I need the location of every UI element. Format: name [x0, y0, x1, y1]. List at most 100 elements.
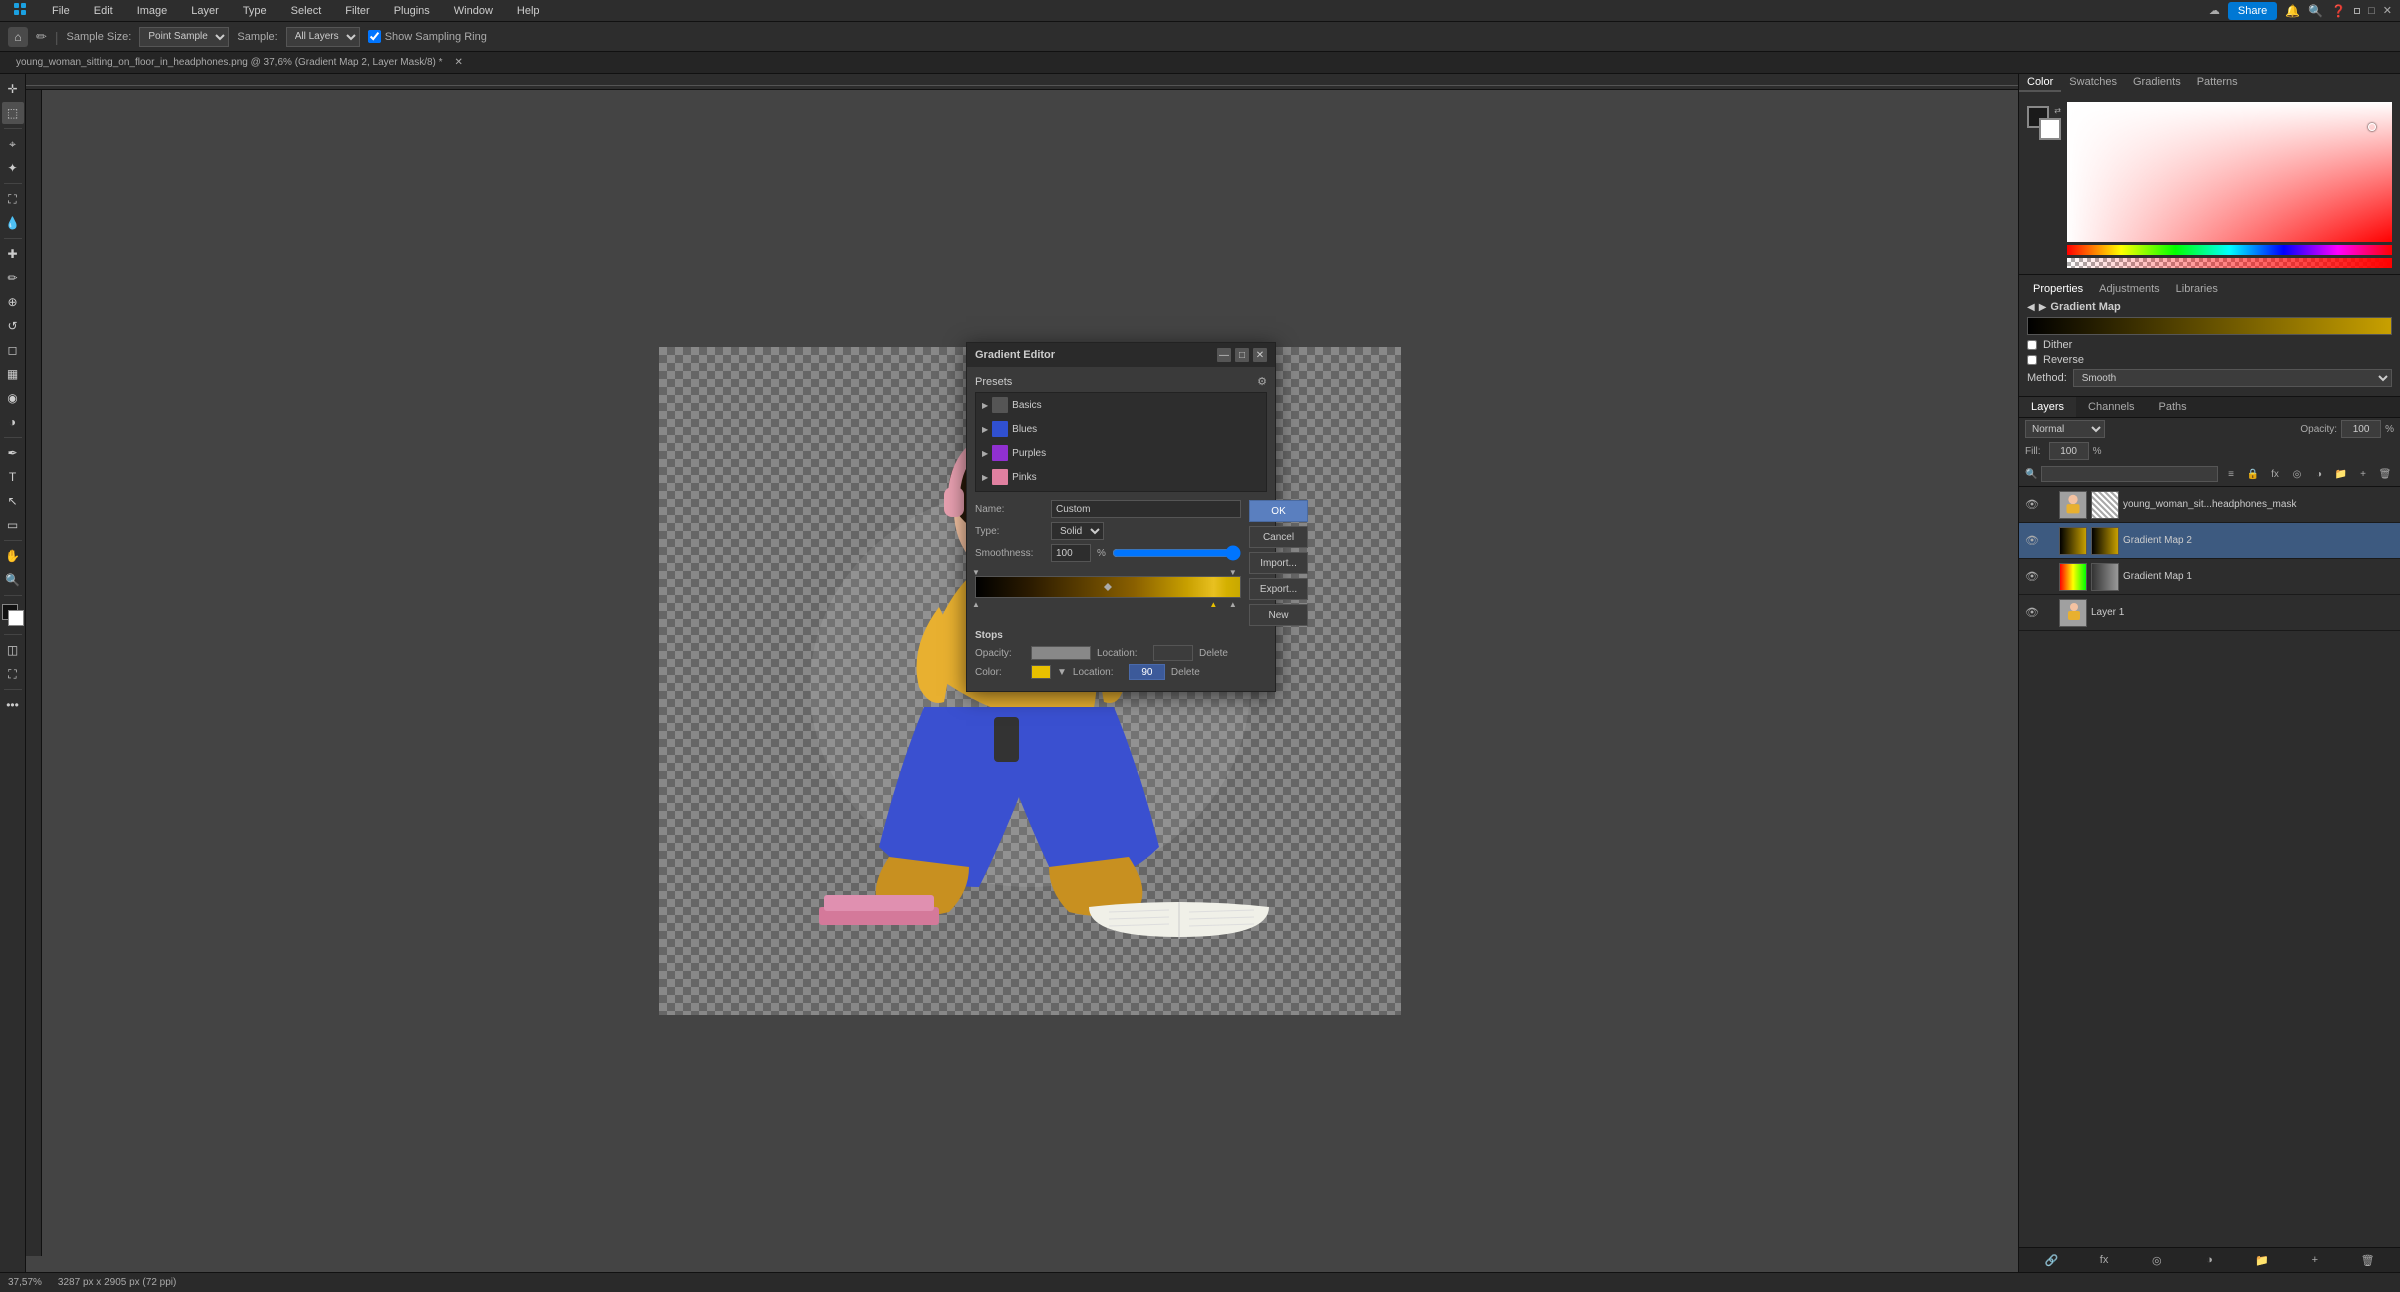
preset-group-pinks-header[interactable]: ▶ Pinks [982, 467, 1260, 487]
fill-input[interactable] [2049, 442, 2089, 460]
eraser-tool[interactable]: ◻ [2, 339, 24, 361]
tab-swatches[interactable]: Swatches [2061, 74, 2125, 92]
ge-cancel-button[interactable]: Cancel [1249, 526, 1308, 548]
more-tools[interactable]: ••• [2, 694, 24, 716]
ge-opacity-location-input[interactable] [1153, 645, 1193, 661]
layer-style-btn[interactable]: fx [2266, 465, 2284, 483]
new-layer-btn[interactable]: + [2354, 465, 2372, 483]
share-button[interactable]: Share [2228, 2, 2277, 20]
menu-filter[interactable]: Filter [341, 5, 373, 17]
add-mask-btn[interactable]: ◎ [2148, 1251, 2166, 1269]
sample-size-select[interactable]: Point Sample [139, 27, 229, 47]
preset-group-blues-header[interactable]: ▶ Blues [982, 419, 1260, 439]
hand-tool[interactable]: ✋ [2, 545, 24, 567]
selection-tool[interactable]: ⬚ [2, 102, 24, 124]
ge-smoothness-slider[interactable] [1112, 547, 1241, 559]
eyedropper-tool-icon[interactable]: ✏ [36, 29, 47, 45]
delete-layer-btn[interactable]: 🗑 [2376, 465, 2394, 483]
gradient-map-preview[interactable] [2027, 317, 2392, 335]
ge-opacity-stop-right[interactable] [1229, 566, 1239, 576]
layer-mask-btn[interactable]: ◎ [2288, 465, 2306, 483]
layer-item-1[interactable]: 👁 Gradient Map 2 [2019, 523, 2400, 559]
add-style-btn[interactable]: fx [2095, 1251, 2113, 1269]
hue-slider[interactable] [2067, 245, 2392, 255]
new-fill-btn[interactable]: ◑ [2200, 1251, 2218, 1269]
reverse-checkbox[interactable] [2027, 355, 2037, 365]
window-maximize-icon[interactable]: □ [2368, 5, 2375, 17]
dialog-titlebar[interactable]: Gradient Editor — □ ✕ [967, 343, 1275, 367]
background-swatch[interactable] [2039, 118, 2061, 140]
link-layers-btn[interactable]: 🔗 [2042, 1251, 2060, 1269]
brush-tool[interactable]: ✏ [2, 267, 24, 289]
layer-item-0[interactable]: 👁 young_woman_sit...headphones_mask [2019, 487, 2400, 523]
ge-color-location-input[interactable] [1129, 664, 1165, 680]
tab-color[interactable]: Color [2019, 74, 2061, 92]
layer-2-visibility-icon[interactable]: 👁 [2025, 570, 2039, 584]
new-group-btn[interactable]: 📁 [2253, 1251, 2271, 1269]
ge-color-stop-black[interactable] [972, 598, 982, 608]
pen-tool[interactable]: ✒ [2, 442, 24, 464]
tab-close-icon[interactable]: ✕ [455, 57, 463, 68]
show-sampling-ring-checkbox[interactable] [368, 30, 381, 43]
ge-name-input[interactable] [1051, 500, 1241, 518]
filter-type-btn[interactable]: ≡ [2222, 465, 2240, 483]
window-restore-icon[interactable] [2354, 8, 2360, 14]
ge-color-delete[interactable]: Delete [1171, 667, 1200, 678]
layers-tab-channels[interactable]: Channels [2076, 397, 2146, 417]
preset-group-reds-header[interactable]: ▶ Reds [982, 491, 1260, 492]
left-arrow-icon[interactable]: ◀ [2027, 302, 2035, 313]
properties-tab[interactable]: Properties [2027, 281, 2089, 297]
ge-gradient-midpoint-handle[interactable] [1104, 583, 1112, 591]
shape-tool[interactable]: ▭ [2, 514, 24, 536]
eyedropper-tool[interactable]: 💧 [2, 212, 24, 234]
magic-wand-tool[interactable]: ✦ [2, 157, 24, 179]
ge-export-button[interactable]: Export... [1249, 578, 1308, 600]
alpha-slider[interactable] [2067, 258, 2392, 268]
search-icon[interactable]: 🔍 [2308, 4, 2323, 18]
move-tool[interactable]: ✛ [2, 78, 24, 100]
menu-help[interactable]: Help [513, 5, 544, 17]
help-icon[interactable]: ❓ [2331, 4, 2346, 18]
gradient-tool[interactable]: ▦ [2, 363, 24, 385]
path-select-tool[interactable]: ↖ [2, 490, 24, 512]
ge-gradient-bar[interactable] [975, 576, 1241, 598]
background-color[interactable] [8, 610, 24, 626]
swap-colors-icon[interactable]: ⇄ [2054, 106, 2061, 115]
menu-select[interactable]: Select [287, 5, 326, 17]
fg-bg-colors[interactable] [2, 604, 24, 626]
tab-gradients[interactable]: Gradients [2125, 74, 2189, 92]
preset-group-basics-header[interactable]: ▶ Basics [982, 395, 1260, 415]
screen-mode-tool[interactable]: ⛶ [2, 663, 24, 685]
text-tool[interactable]: T [2, 466, 24, 488]
ge-color-swatch[interactable] [1031, 665, 1051, 679]
zoom-tool[interactable]: 🔍 [2, 569, 24, 591]
menu-window[interactable]: Window [450, 5, 497, 17]
ge-ok-button[interactable]: OK [1249, 500, 1308, 522]
adjustment-btn[interactable]: ◑ [2310, 465, 2328, 483]
blend-mode-select[interactable]: Normal [2025, 420, 2105, 438]
dialog-close-button[interactable]: ✕ [1253, 348, 1267, 362]
dither-checkbox[interactable] [2027, 340, 2037, 350]
new-layer-bottom-btn[interactable]: + [2306, 1251, 2324, 1269]
window-close-icon[interactable]: ✕ [2383, 4, 2392, 17]
home-icon[interactable]: ⌂ [8, 27, 28, 47]
menu-layer[interactable]: Layer [187, 5, 223, 17]
right-arrow-icon[interactable]: ▶ [2039, 302, 2047, 313]
method-select[interactable]: Smooth [2073, 369, 2392, 387]
preset-group-purples-header[interactable]: ▶ Purples [982, 443, 1260, 463]
lasso-tool[interactable]: ⌖ [2, 133, 24, 155]
layer-0-visibility-icon[interactable]: 👁 [2025, 498, 2039, 512]
presets-gear-icon[interactable]: ⚙ [1257, 375, 1267, 388]
clone-tool[interactable]: ⊕ [2, 291, 24, 313]
quick-mask-tool[interactable]: ◫ [2, 639, 24, 661]
layer-item-2[interactable]: 👁 Gradient Map 1 [2019, 559, 2400, 595]
ge-new-button[interactable]: New [1249, 604, 1308, 626]
layers-tab-paths[interactable]: Paths [2147, 397, 2199, 417]
dialog-minimize-button[interactable]: — [1217, 348, 1231, 362]
search-layers-icon[interactable]: 🔍 [2025, 469, 2037, 480]
menu-type[interactable]: Type [239, 5, 271, 17]
layer-1-visibility-icon[interactable]: 👁 [2025, 534, 2039, 548]
layer-3-visibility-icon[interactable]: 👁 [2025, 606, 2039, 620]
libraries-tab[interactable]: Libraries [2170, 281, 2224, 297]
sample-select[interactable]: All Layers [286, 27, 360, 47]
